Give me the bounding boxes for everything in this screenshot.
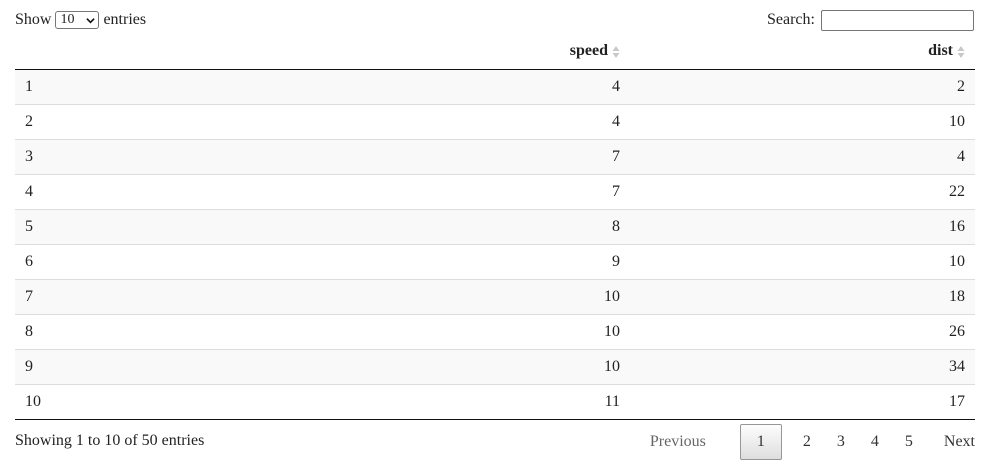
cell-dist: 18 [630,278,975,314]
page-button-4[interactable]: 4 [858,425,892,459]
table-row: 142 [15,69,975,104]
page-button-5[interactable]: 5 [892,425,926,459]
entries-label: entries [103,11,147,28]
cell-dist: 22 [630,173,975,209]
chevron-down-icon [86,17,96,23]
cell-dist: 10 [630,243,975,279]
cell-index: 4 [15,173,345,209]
cell-index: 6 [15,243,345,279]
cell-dist: 17 [630,383,975,420]
table-row: 2 4 10 [15,103,975,139]
data-table: speed dist 142 2 4 10 374 4 7 22 5 8 16 6 9 10 7… [15,34,975,420]
header-speed[interactable]: speed [345,34,630,70]
cell-speed: 10 [345,348,630,384]
table-row: 374 [15,138,975,174]
page-length-select[interactable]: 10 [55,11,100,29]
search-label: Search: [767,11,815,28]
page-length-value: 10 [60,12,75,27]
search-control: Search: [767,9,974,31]
cell-index: 9 [15,348,345,384]
cell-speed: 7 [345,138,630,174]
next-page-button[interactable]: Next [926,425,975,459]
datatable-widget: Show 10 entries Search: speed dist 1 4 2… [0,0,999,466]
cell-index: 7 [15,278,345,314]
cell-dist: 34 [630,348,975,384]
sort-icon [957,45,965,58]
cell-dist: 16 [630,208,975,244]
header-row: speed dist [15,34,975,70]
cell-dist: 4 [630,138,975,174]
cell-speed: 7 [345,173,630,209]
cell-index: 3 [15,138,345,174]
page-button-3[interactable]: 3 [824,425,858,459]
header-dist[interactable]: dist [630,34,975,70]
header-dist-label: dist [928,42,953,60]
page-button-1[interactable]: 1 [739,424,782,460]
cell-speed: 8 [345,208,630,244]
table-row: 9 10 34 [15,348,975,384]
table-row: 8 10 26 [15,313,975,349]
cell-index: 1 [15,69,345,104]
table-row: 10 11 17 [15,383,975,420]
previous-page-button[interactable]: Previous [638,425,718,459]
cell-index: 10 [15,383,345,420]
page-button-2[interactable]: 2 [790,425,824,459]
cell-dist: 10 [630,103,975,139]
cell-speed: 9 [345,243,630,279]
table-row: 4 7 22 [15,173,975,209]
table-row: 5 8 16 [15,208,975,244]
cell-dist: 26 [630,313,975,349]
show-label: Show [15,11,52,28]
search-input[interactable] [820,9,974,31]
table-info: Showing 1 to 10 of 50 entries [15,432,205,449]
cell-speed: 10 [345,313,630,349]
header-index[interactable] [15,34,345,70]
cell-speed: 10 [345,278,630,314]
pagination: Previous 1 2 3 4 5 Next [638,424,975,460]
cell-index: 5 [15,208,345,244]
cell-dist: 2 [630,69,975,104]
table-row: 7 10 18 [15,278,975,314]
header-speed-label: speed [569,42,608,60]
table-row: 6 9 10 [15,243,975,279]
cell-index: 8 [15,313,345,349]
sort-icon [612,45,620,58]
cell-speed: 11 [345,383,630,420]
cell-index: 2 [15,103,345,139]
cell-speed: 4 [345,103,630,139]
page-length-control: Show 10 entries [15,9,146,31]
cell-speed: 4 [345,69,630,104]
